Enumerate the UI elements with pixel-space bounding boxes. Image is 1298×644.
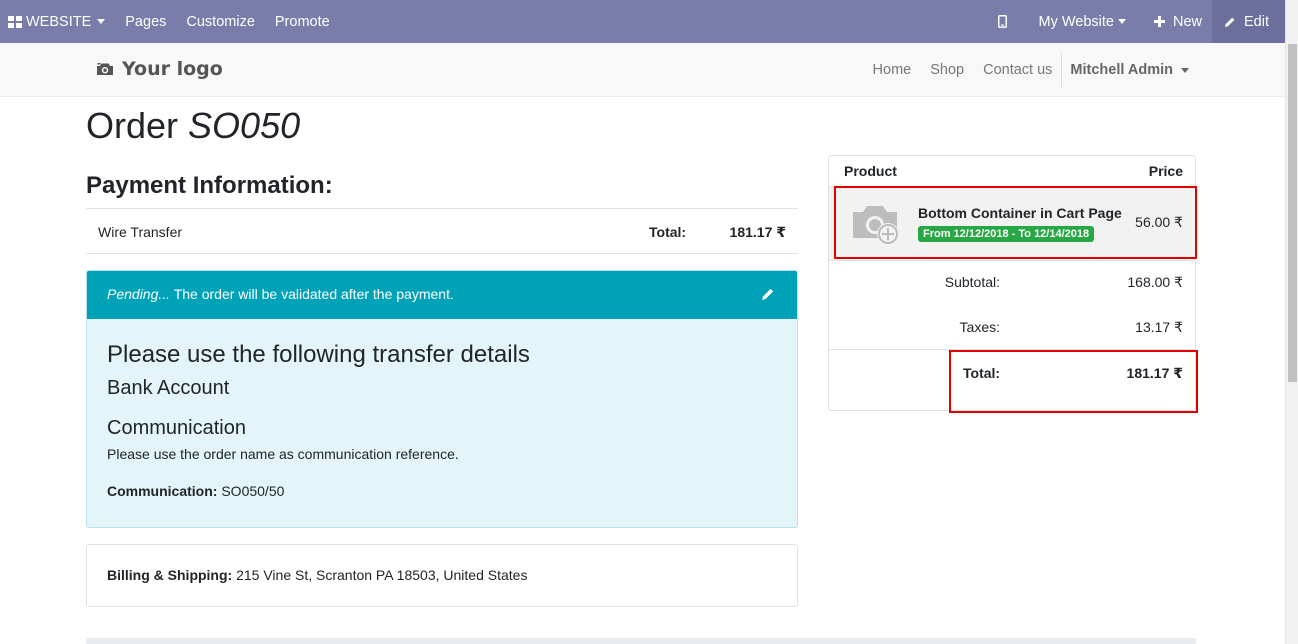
cart-line: Bottom Container in Cart Page From 12/12… bbox=[829, 187, 1195, 261]
communication-label: Communication: bbox=[107, 483, 218, 499]
payment-heading: Payment Information: bbox=[86, 172, 333, 199]
pencil-icon bbox=[1225, 17, 1235, 27]
communication-heading: Communication bbox=[107, 417, 246, 439]
billing-label: Billing & Shipping: bbox=[107, 567, 233, 583]
logo-text: Your logo bbox=[122, 58, 223, 80]
edit-label: Edit bbox=[1244, 13, 1269, 30]
mobile-icon bbox=[997, 15, 1007, 28]
nav-home[interactable]: Home bbox=[873, 62, 912, 78]
billing-address: 215 Vine St, Scranton PA 18503, United S… bbox=[232, 567, 528, 583]
footer-edge bbox=[86, 638, 1196, 644]
website-menu-label: WEBSITE bbox=[26, 13, 92, 30]
camera-icon bbox=[97, 63, 113, 75]
subtotal-label: Subtotal: bbox=[944, 274, 1000, 290]
promote-menu[interactable]: Promote bbox=[265, 0, 340, 43]
user-menu[interactable]: Mitchell Admin bbox=[1070, 62, 1189, 78]
edit-button[interactable]: Edit bbox=[1212, 0, 1285, 43]
transfer-heading: Please use the following transfer detail… bbox=[107, 341, 530, 368]
page-title: Order SO050 bbox=[86, 105, 301, 146]
pencil-icon[interactable] bbox=[761, 287, 775, 301]
site-logo[interactable]: Your logo bbox=[96, 58, 223, 80]
price-column-header: Price bbox=[1148, 163, 1183, 179]
payment-total-value: 181.17 ₹ bbox=[729, 224, 786, 240]
image-placeholder-icon[interactable] bbox=[851, 202, 901, 246]
page-scrollbar[interactable] bbox=[1285, 0, 1298, 644]
pending-header: Pending... The order will be validated a… bbox=[87, 271, 797, 319]
bank-account-heading: Bank Account bbox=[107, 377, 230, 399]
nav-shop[interactable]: Shop bbox=[930, 62, 964, 78]
communication-text: Please use the order name as communicati… bbox=[107, 446, 459, 462]
payment-total-label: Total: bbox=[649, 224, 687, 240]
cart-summary: Product Price Bottom Container in Cart P… bbox=[828, 155, 1196, 411]
pages-menu[interactable]: Pages bbox=[115, 0, 176, 43]
new-label: New bbox=[1172, 13, 1202, 30]
cart-total-value: 181.17 ₹ bbox=[1126, 365, 1183, 381]
website-menu[interactable]: WEBSITE bbox=[0, 0, 115, 43]
scrollbar-thumb[interactable] bbox=[1288, 44, 1297, 382]
customize-menu[interactable]: Customize bbox=[176, 0, 265, 43]
order-reference: SO050 bbox=[188, 105, 301, 146]
cart-product-name[interactable]: Bottom Container in Cart Page bbox=[918, 205, 1122, 221]
mobile-preview-button[interactable] bbox=[988, 0, 1029, 43]
grid-icon bbox=[8, 15, 22, 28]
nav-divider bbox=[1061, 53, 1063, 87]
cart-divider bbox=[829, 349, 1195, 350]
chevron-down-icon bbox=[1117, 19, 1126, 24]
pending-panel: Pending... The order will be validated a… bbox=[86, 270, 798, 528]
cart-header: Product Price bbox=[829, 156, 1195, 187]
chevron-down-icon bbox=[97, 19, 106, 24]
cart-total-label: Total: bbox=[963, 365, 1001, 381]
plus-icon bbox=[1153, 16, 1165, 27]
subtotal-value: 168.00 ₹ bbox=[1127, 274, 1183, 290]
product-column-header: Product bbox=[844, 163, 897, 179]
admin-toolbar: WEBSITE Pages Customize Promote My Websi… bbox=[0, 0, 1285, 43]
pending-message: The order will be validated after the pa… bbox=[170, 286, 454, 302]
nav-contact-us[interactable]: Contact us bbox=[983, 62, 1052, 78]
communication-reference: Communication: SO050/50 bbox=[107, 482, 777, 500]
taxes-value: 13.17 ₹ bbox=[1135, 319, 1183, 335]
pending-body: Please use the following transfer detail… bbox=[87, 319, 797, 520]
user-name: Mitchell Admin bbox=[1070, 62, 1173, 78]
pending-status: Pending... bbox=[107, 286, 171, 302]
main-nav: Home Shop Contact us Mitchell Admin bbox=[854, 43, 1189, 97]
cart-line-price: 56.00 ₹ bbox=[1135, 214, 1183, 230]
payment-row: Wire Transfer Total: 181.17 ₹ bbox=[86, 208, 798, 254]
billing-panel: Billing & Shipping: 215 Vine St, Scranto… bbox=[86, 544, 798, 607]
chevron-down-icon bbox=[1181, 67, 1189, 73]
payment-method: Wire Transfer bbox=[98, 224, 183, 240]
my-website-label: My Website bbox=[1038, 13, 1114, 30]
my-website-menu[interactable]: My Website bbox=[1029, 0, 1136, 43]
new-content-button[interactable]: New bbox=[1136, 0, 1212, 43]
rental-period-badge: From 12/12/2018 - To 12/14/2018 bbox=[918, 226, 1095, 242]
site-header: Your logo Home Shop Contact us Mitchell … bbox=[0, 43, 1285, 97]
taxes-label: Taxes: bbox=[959, 319, 1000, 335]
communication-value: SO050/50 bbox=[217, 483, 285, 499]
